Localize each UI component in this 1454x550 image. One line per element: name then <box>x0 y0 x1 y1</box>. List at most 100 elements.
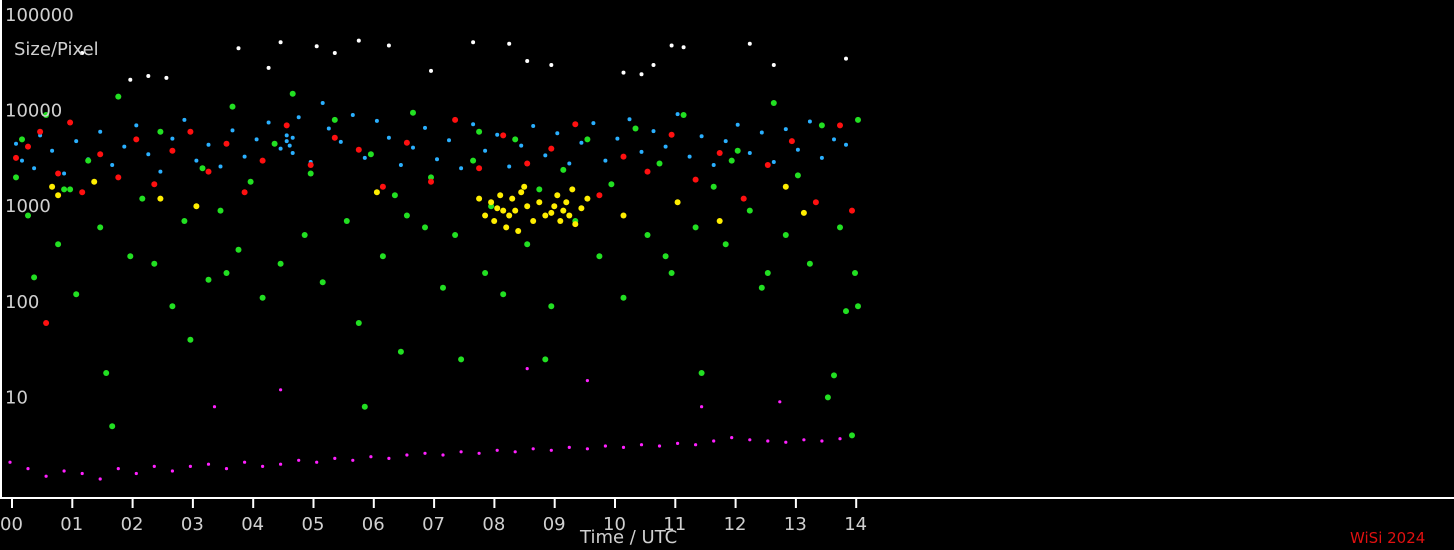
data-point <box>423 451 427 455</box>
data-point <box>746 207 753 214</box>
data-point <box>459 166 464 171</box>
data-point <box>158 169 163 174</box>
data-point <box>55 170 62 177</box>
data-point <box>557 218 564 224</box>
data-point <box>844 56 848 61</box>
data-point <box>79 189 86 196</box>
data-point <box>391 192 398 199</box>
data-point <box>506 212 513 219</box>
data-point <box>477 451 481 455</box>
data-point <box>37 128 44 135</box>
data-point <box>784 440 788 444</box>
y-tick-label: 10 <box>5 387 28 408</box>
data-point <box>243 460 247 464</box>
data-point <box>838 437 842 441</box>
data-point <box>331 134 338 141</box>
data-point <box>350 113 355 117</box>
data-point <box>524 241 531 248</box>
data-point <box>507 164 512 169</box>
data-point <box>495 132 500 137</box>
data-point <box>205 168 212 175</box>
data-point <box>103 370 110 376</box>
data-point <box>61 186 68 193</box>
data-point <box>223 270 230 276</box>
data-point <box>205 276 212 283</box>
data-point <box>170 469 174 473</box>
data-point <box>397 348 404 355</box>
data-point <box>656 160 663 167</box>
data-point <box>97 224 104 231</box>
data-point <box>379 183 386 190</box>
data-point <box>25 143 31 150</box>
data-point <box>519 143 524 148</box>
data-point <box>536 186 543 193</box>
data-point <box>110 163 115 167</box>
y-tick-label: 10000 <box>5 101 62 122</box>
data-point <box>668 270 675 276</box>
data-point <box>435 157 439 162</box>
data-point <box>621 445 626 449</box>
data-point <box>235 246 242 253</box>
data-point <box>315 460 319 464</box>
data-point <box>283 122 290 129</box>
data-point <box>242 154 247 159</box>
data-point <box>585 447 590 451</box>
data-point <box>471 122 476 127</box>
data-point <box>98 477 102 481</box>
data-point <box>26 467 30 471</box>
credit-text: WiSi 2024 <box>1350 529 1425 547</box>
data-point <box>734 147 741 154</box>
data-point <box>188 464 192 468</box>
data-point <box>259 157 266 164</box>
data-point <box>644 168 651 175</box>
data-point <box>307 162 314 168</box>
data-point <box>193 203 200 210</box>
data-point <box>452 232 459 238</box>
data-point <box>509 195 516 202</box>
data-point <box>476 128 483 135</box>
data-point <box>403 139 410 146</box>
data-point <box>133 136 140 143</box>
data-point <box>820 439 824 443</box>
data-point <box>356 38 361 43</box>
data-point <box>503 224 510 231</box>
data-point <box>355 320 362 326</box>
data-point <box>567 445 571 449</box>
data-point <box>694 443 698 447</box>
data-point <box>802 438 806 442</box>
data-point <box>491 218 498 224</box>
data-point <box>284 139 289 144</box>
data-point <box>698 370 705 376</box>
data-point <box>674 199 681 206</box>
data-point <box>681 45 686 50</box>
data-point <box>483 148 488 153</box>
data-point <box>338 139 343 144</box>
data-point <box>362 155 367 160</box>
data-point <box>411 145 415 150</box>
data-point <box>507 41 512 46</box>
data-point <box>55 241 62 248</box>
data-point <box>458 356 465 363</box>
data-point <box>560 207 567 214</box>
data-point <box>770 100 777 106</box>
data-point <box>289 90 296 97</box>
data-point <box>572 221 579 228</box>
data-point <box>771 160 776 164</box>
data-point <box>482 270 489 276</box>
data-point <box>50 148 55 153</box>
data-point <box>722 241 729 248</box>
data-point <box>596 253 603 260</box>
data-point <box>301 232 308 238</box>
data-point <box>31 274 38 281</box>
data-point <box>837 224 843 231</box>
data-point <box>122 144 127 149</box>
x-tick-label: 01 <box>60 514 83 535</box>
data-point <box>608 181 615 188</box>
data-point <box>271 140 278 147</box>
data-point <box>470 157 477 164</box>
data-point <box>692 176 699 183</box>
data-point <box>782 183 789 190</box>
data-point <box>716 218 723 224</box>
data-point <box>369 455 373 459</box>
data-point <box>651 129 656 134</box>
